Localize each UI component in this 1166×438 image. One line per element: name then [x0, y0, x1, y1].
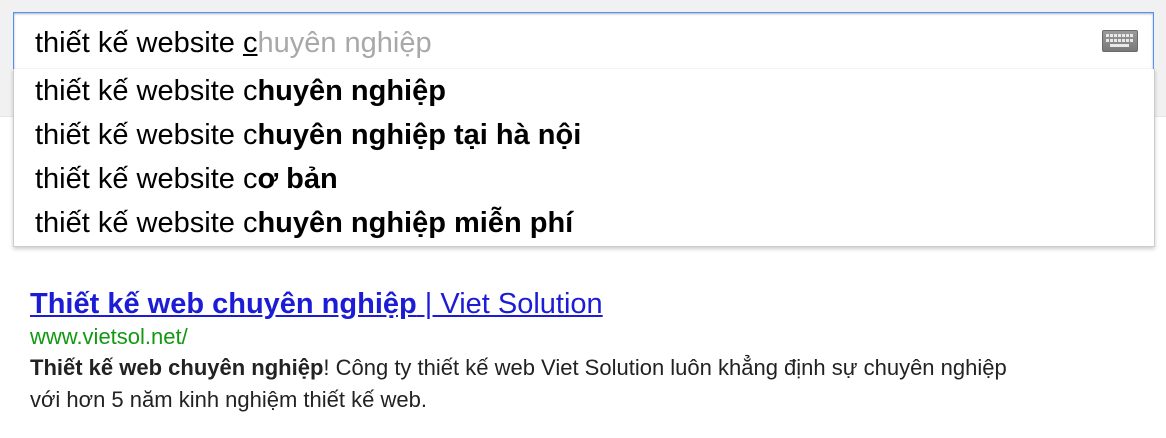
suggestion-item[interactable]: thiết kế website chuyên nghiệp miễn phí: [14, 201, 1154, 245]
result-title-link[interactable]: Thiết kế web chuyên nghiệp | Viet Soluti…: [30, 286, 1030, 322]
search-query-text[interactable]: thiết kế website chuyên nghiệp: [35, 26, 432, 60]
search-result: Thiết kế web chuyên nghiệp | Viet Soluti…: [30, 286, 1030, 416]
result-title-bold: Thiết kế web chuyên nghiệp: [30, 288, 417, 320]
suggestion-completion: huyên nghiệp: [257, 75, 446, 107]
typed-query: thiết kế website: [35, 27, 243, 59]
suggestion-prefix: thiết kế website c: [35, 75, 258, 107]
suggestion-completion: huyên nghiệp miễn phí: [257, 207, 574, 239]
search-input[interactable]: thiết kế website chuyên nghiệp: [13, 12, 1154, 70]
suggestion-prefix: thiết kế website c: [35, 119, 258, 151]
result-title-rest: | Viet Solution: [416, 288, 603, 320]
result-snippet: Thiết kế web chuyên nghiệp! Công ty thiế…: [30, 352, 1030, 416]
autocomplete-ghost-text: huyên nghiệp: [257, 27, 432, 59]
result-url: www.vietsol.net/: [30, 324, 188, 349]
keyboard-icon[interactable]: [1102, 30, 1138, 52]
suggestion-completion: huyên nghiệp tại hà nội: [257, 119, 582, 151]
suggestion-prefix: thiết kế website c: [35, 207, 258, 239]
suggestion-completion: ơ bản: [257, 163, 338, 195]
suggestion-item[interactable]: thiết kế website cơ bản: [14, 157, 1154, 201]
suggestion-item[interactable]: thiết kế website chuyên nghiệp: [14, 69, 1154, 113]
autocomplete-suggestions: thiết kế website chuyên nghiệp thiết kế …: [13, 69, 1155, 247]
suggestion-item[interactable]: thiết kế website chuyên nghiệp tại hà nộ…: [14, 113, 1154, 157]
suggestion-prefix: thiết kế website c: [35, 163, 258, 195]
caret-character: c: [242, 27, 258, 59]
snippet-bold: Thiết kế web chuyên nghiệp: [30, 355, 324, 380]
